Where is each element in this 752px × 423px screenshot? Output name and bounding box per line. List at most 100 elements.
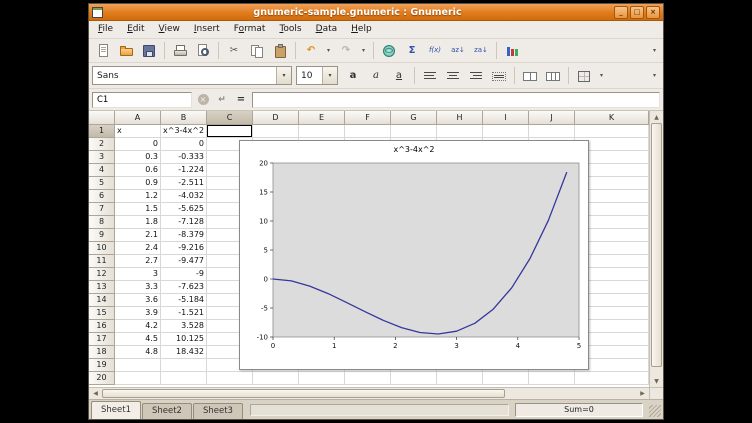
horizontal-scrollbar-thumb[interactable] bbox=[102, 389, 505, 398]
row-header-8[interactable]: 8 bbox=[89, 216, 115, 229]
cell-H20[interactable] bbox=[437, 372, 483, 385]
cell-D20[interactable] bbox=[253, 372, 299, 385]
paste-button[interactable] bbox=[269, 40, 291, 61]
cell-B5[interactable]: -2.511 bbox=[161, 177, 207, 190]
maximize-button[interactable]: □ bbox=[630, 6, 644, 19]
cell-A8[interactable]: 1.8 bbox=[115, 216, 161, 229]
cell-G20[interactable] bbox=[391, 372, 437, 385]
row-header-13[interactable]: 13 bbox=[89, 281, 115, 294]
copy-button[interactable] bbox=[246, 40, 268, 61]
bold-button[interactable]: a bbox=[342, 65, 364, 86]
cell-A1[interactable]: x bbox=[115, 125, 161, 138]
cell-A10[interactable]: 2.4 bbox=[115, 242, 161, 255]
scroll-down-icon[interactable]: ▼ bbox=[650, 375, 663, 387]
cell-B20[interactable] bbox=[161, 372, 207, 385]
align-center-button[interactable] bbox=[442, 65, 464, 86]
cell-B11[interactable]: -9.477 bbox=[161, 255, 207, 268]
select-all-corner[interactable] bbox=[89, 111, 115, 125]
italic-button[interactable]: a bbox=[365, 65, 387, 86]
cell-B8[interactable]: -7.128 bbox=[161, 216, 207, 229]
row-header-15[interactable]: 15 bbox=[89, 307, 115, 320]
cell-J20[interactable] bbox=[529, 372, 575, 385]
font-name-dropdown-icon[interactable]: ▾ bbox=[276, 67, 291, 84]
cell-A7[interactable]: 1.5 bbox=[115, 203, 161, 216]
align-left-button[interactable] bbox=[419, 65, 441, 86]
scroll-left-icon[interactable]: ◀ bbox=[89, 388, 102, 399]
cell-B12[interactable]: -9 bbox=[161, 268, 207, 281]
menu-format[interactable]: Format bbox=[227, 21, 273, 38]
cut-button[interactable]: ✂ bbox=[223, 40, 245, 61]
menu-data[interactable]: Data bbox=[309, 21, 345, 38]
cell-A16[interactable]: 4.2 bbox=[115, 320, 161, 333]
cell-F20[interactable] bbox=[345, 372, 391, 385]
menu-help[interactable]: Help bbox=[344, 21, 379, 38]
column-header-E[interactable]: E bbox=[299, 111, 345, 125]
row-header-17[interactable]: 17 bbox=[89, 333, 115, 346]
print-preview-button[interactable] bbox=[192, 40, 214, 61]
cell-B10[interactable]: -9.216 bbox=[161, 242, 207, 255]
cell-B13[interactable]: -7.623 bbox=[161, 281, 207, 294]
redo-button[interactable]: ↷ bbox=[335, 40, 357, 61]
print-button[interactable] bbox=[169, 40, 191, 61]
cell-G1[interactable] bbox=[391, 125, 437, 138]
column-header-J[interactable]: J bbox=[529, 111, 575, 125]
cell-C1[interactable] bbox=[207, 125, 253, 138]
row-header-20[interactable]: 20 bbox=[89, 372, 115, 385]
cell-A3[interactable]: 0.3 bbox=[115, 151, 161, 164]
cell-D1[interactable] bbox=[253, 125, 299, 138]
cell-I1[interactable] bbox=[483, 125, 529, 138]
cell-B19[interactable] bbox=[161, 359, 207, 372]
cell-E1[interactable] bbox=[299, 125, 345, 138]
column-header-G[interactable]: G bbox=[391, 111, 437, 125]
sheet-tab-sheet1[interactable]: Sheet1 bbox=[91, 401, 141, 419]
row-header-3[interactable]: 3 bbox=[89, 151, 115, 164]
row-header-6[interactable]: 6 bbox=[89, 190, 115, 203]
row-header-19[interactable]: 19 bbox=[89, 359, 115, 372]
cell-B1[interactable]: x^3-4x^2 bbox=[161, 125, 207, 138]
cell-A17[interactable]: 4.5 bbox=[115, 333, 161, 346]
cell-B4[interactable]: -1.224 bbox=[161, 164, 207, 177]
row-header-1[interactable]: 1 bbox=[89, 125, 115, 138]
cell-A2[interactable]: 0 bbox=[115, 138, 161, 151]
cell-A11[interactable]: 2.7 bbox=[115, 255, 161, 268]
column-header-C[interactable]: C bbox=[207, 111, 253, 125]
cell-F1[interactable] bbox=[345, 125, 391, 138]
menu-edit[interactable]: Edit bbox=[120, 21, 151, 38]
insert-hyperlink-button[interactable] bbox=[378, 40, 400, 61]
menu-file[interactable]: File bbox=[91, 21, 120, 38]
save-button[interactable] bbox=[138, 40, 160, 61]
scroll-right-icon[interactable]: ▶ bbox=[636, 388, 649, 399]
cell-A18[interactable]: 4.8 bbox=[115, 346, 161, 359]
titlebar[interactable]: gnumeric-sample.gnumeric : Gnumeric _□× bbox=[89, 4, 663, 21]
undo-history-dropdown[interactable]: ▾ bbox=[323, 40, 334, 61]
menu-insert[interactable]: Insert bbox=[187, 21, 227, 38]
column-header-I[interactable]: I bbox=[483, 111, 529, 125]
minimize-button[interactable]: _ bbox=[614, 6, 628, 19]
cell-A19[interactable] bbox=[115, 359, 161, 372]
vertical-scrollbar[interactable]: ▲ ▼ bbox=[649, 111, 663, 387]
cell-C20[interactable] bbox=[207, 372, 253, 385]
sheet-tab-sheet3[interactable]: Sheet3 bbox=[193, 403, 243, 419]
column-header-D[interactable]: D bbox=[253, 111, 299, 125]
scroll-up-icon[interactable]: ▲ bbox=[650, 111, 663, 123]
font-name-combo[interactable]: Sans ▾ bbox=[92, 66, 292, 85]
undo-button[interactable]: ↶ bbox=[300, 40, 322, 61]
row-header-12[interactable]: 12 bbox=[89, 268, 115, 281]
row-header-10[interactable]: 10 bbox=[89, 242, 115, 255]
borders-button[interactable] bbox=[573, 65, 595, 86]
sheet-tab-sheet2[interactable]: Sheet2 bbox=[142, 403, 192, 419]
vertical-scrollbar-thumb[interactable] bbox=[651, 123, 662, 367]
column-header-F[interactable]: F bbox=[345, 111, 391, 125]
row-header-14[interactable]: 14 bbox=[89, 294, 115, 307]
cell-B15[interactable]: -1.521 bbox=[161, 307, 207, 320]
column-header-B[interactable]: B bbox=[161, 111, 207, 125]
sum-button[interactable]: Σ bbox=[401, 40, 423, 61]
close-button[interactable]: × bbox=[646, 6, 660, 19]
cancel-button[interactable]: × bbox=[195, 92, 211, 108]
row-header-4[interactable]: 4 bbox=[89, 164, 115, 177]
standard-toolbar-overflow[interactable]: ▾ bbox=[649, 40, 660, 61]
underline-button[interactable]: a bbox=[388, 65, 410, 86]
sort-descending-button[interactable]: za↓ bbox=[470, 40, 492, 61]
menu-tools[interactable]: Tools bbox=[272, 21, 308, 38]
split-merged-cells-button[interactable] bbox=[542, 65, 564, 86]
